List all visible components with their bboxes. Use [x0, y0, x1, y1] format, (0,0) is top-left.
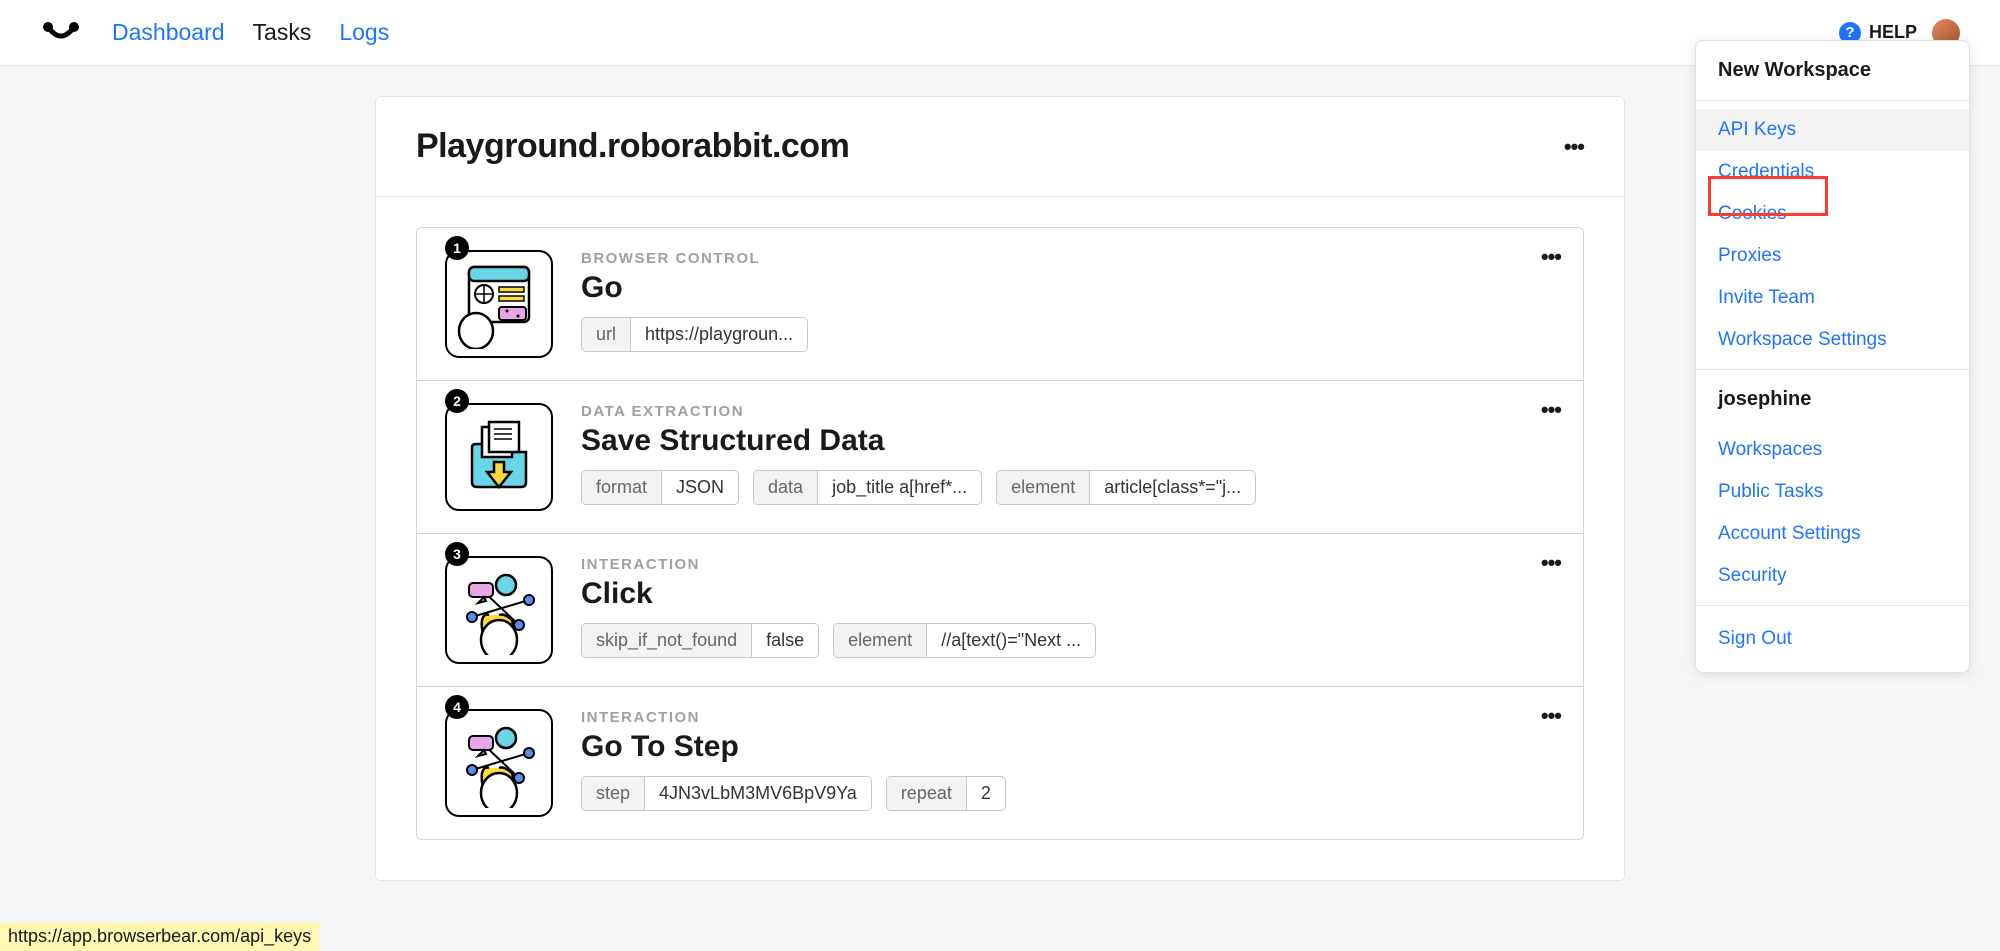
- step-title: Save Structured Data: [581, 424, 1555, 458]
- tag-step: step 4JN3vLbM3MV6BpV9Ya: [581, 776, 872, 811]
- card-more-icon[interactable]: •••: [1564, 134, 1584, 160]
- step-more-icon[interactable]: •••: [1541, 550, 1561, 576]
- dd-item-api-keys[interactable]: API Keys: [1696, 109, 1969, 151]
- step-category: BROWSER CONTROL: [581, 250, 1555, 267]
- nav-logs[interactable]: Logs: [339, 15, 389, 50]
- card-header: Playground.roborabbit.com •••: [376, 97, 1624, 197]
- tag-format: format JSON: [581, 470, 739, 505]
- step-more-icon[interactable]: •••: [1541, 244, 1561, 270]
- status-url: https://app.browserbear.com/api_keys: [0, 922, 319, 951]
- tag-skip: skip_if_not_found false: [581, 623, 819, 658]
- step-go[interactable]: 1: [416, 227, 1584, 381]
- task-card: Playground.roborabbit.com ••• 1: [375, 96, 1625, 881]
- dd-item-account-settings[interactable]: Account Settings: [1696, 513, 1969, 555]
- nav-tasks[interactable]: Tasks: [253, 15, 312, 50]
- tag-repeat: repeat 2: [886, 776, 1006, 811]
- step-click[interactable]: 3 INTERACTI: [416, 534, 1584, 687]
- dd-item-workspace-settings[interactable]: Workspace Settings: [1696, 319, 1969, 361]
- step-go-to-step[interactable]: 4 INTERACTI: [416, 687, 1584, 840]
- user-dropdown: New Workspace API Keys Credentials Cooki…: [1695, 40, 1970, 673]
- page-title: Playground.roborabbit.com: [416, 127, 849, 166]
- step-number: 4: [445, 695, 469, 719]
- nav-dashboard[interactable]: Dashboard: [112, 15, 225, 50]
- tag-data: data job_title a[href*...: [753, 470, 982, 505]
- step-number: 2: [445, 389, 469, 413]
- dd-workspace-title: New Workspace: [1696, 41, 1969, 100]
- tag-element: element //a[text()="Next ...: [833, 623, 1096, 658]
- dd-item-workspaces[interactable]: Workspaces: [1696, 429, 1969, 471]
- step-number: 3: [445, 542, 469, 566]
- step-title: Click: [581, 577, 1555, 611]
- steps-container: 1: [376, 197, 1624, 880]
- browser-go-icon: [445, 250, 553, 358]
- dd-item-sign-out[interactable]: Sign Out: [1696, 618, 1969, 660]
- dd-user-title: josephine: [1696, 370, 1969, 429]
- dd-item-invite-team[interactable]: Invite Team: [1696, 277, 1969, 319]
- step-category: DATA EXTRACTION: [581, 403, 1555, 420]
- tag-element: element article[class*="j...: [996, 470, 1256, 505]
- data-extraction-icon: [445, 403, 553, 511]
- step-category: INTERACTION: [581, 709, 1555, 726]
- dd-item-cookies[interactable]: Cookies: [1696, 193, 1969, 235]
- step-number: 1: [445, 236, 469, 260]
- step-title: Go: [581, 271, 1555, 305]
- step-save-data[interactable]: 2 DATA EXTRACTION Save Structured Data: [416, 381, 1584, 534]
- dd-item-public-tasks[interactable]: Public Tasks: [1696, 471, 1969, 513]
- nav: Dashboard Tasks Logs: [112, 15, 389, 50]
- step-category: INTERACTION: [581, 556, 1555, 573]
- interaction-click-icon: [445, 556, 553, 664]
- dd-item-proxies[interactable]: Proxies: [1696, 235, 1969, 277]
- step-more-icon[interactable]: •••: [1541, 703, 1561, 729]
- dd-item-credentials[interactable]: Credentials: [1696, 151, 1969, 193]
- dd-item-security[interactable]: Security: [1696, 555, 1969, 597]
- step-title: Go To Step: [581, 730, 1555, 764]
- logo[interactable]: [40, 21, 82, 45]
- tag-url: url https://playgroun...: [581, 317, 808, 352]
- step-more-icon[interactable]: •••: [1541, 397, 1561, 423]
- content: Playground.roborabbit.com ••• 1: [355, 96, 1645, 881]
- interaction-goto-icon: [445, 709, 553, 817]
